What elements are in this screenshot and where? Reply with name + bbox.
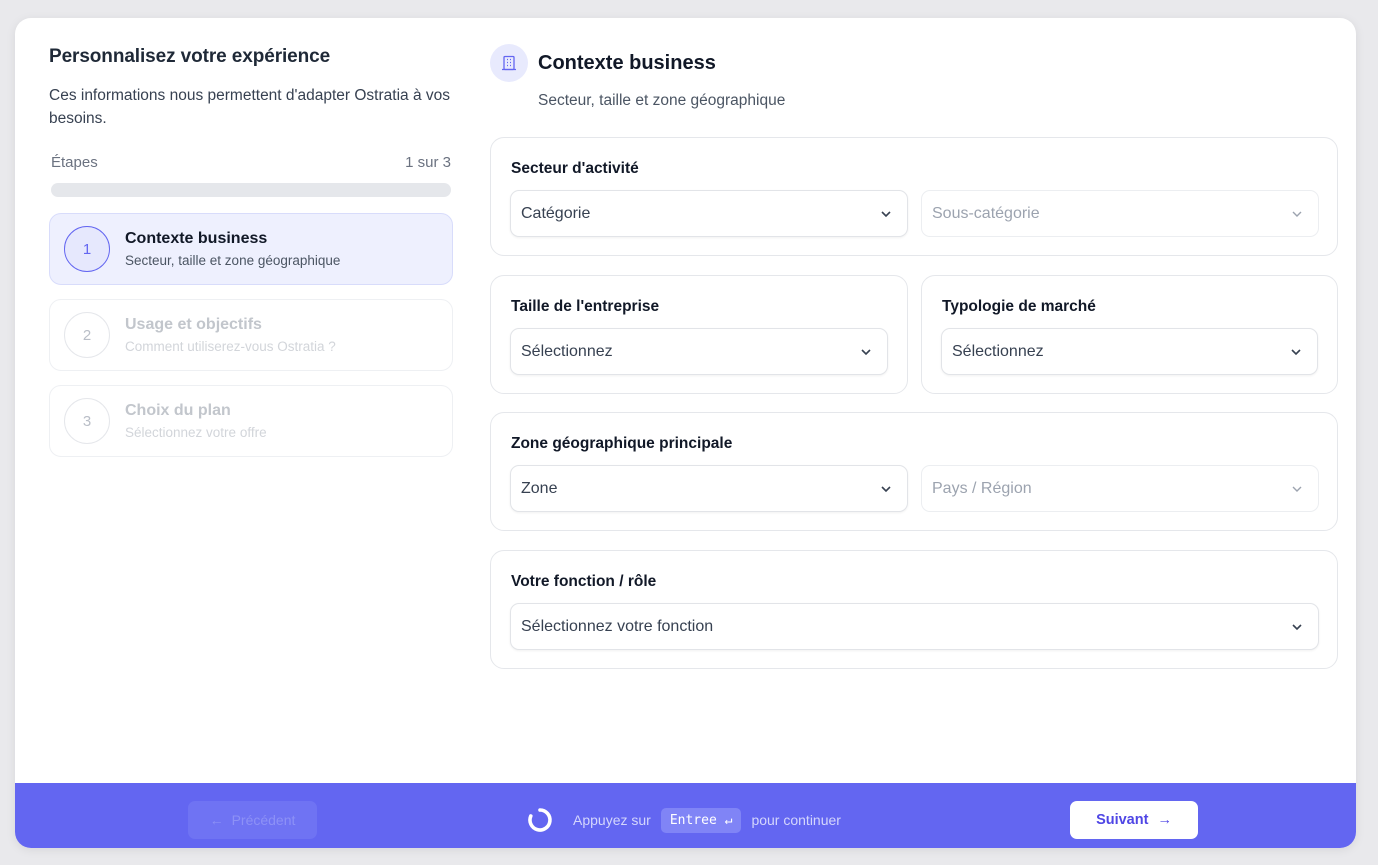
hint-text-after: pour continuer xyxy=(751,812,841,828)
sector-card: Secteur d'activité Catégorie Sous-catégo… xyxy=(490,137,1338,256)
chevron-down-icon xyxy=(1292,623,1302,630)
steps-progress-bar xyxy=(51,183,451,197)
company-size-select[interactable]: Sélectionnez xyxy=(510,328,888,375)
step-subtitle: Secteur, taille et zone géographique xyxy=(125,253,341,268)
role-label: Votre fonction / rôle xyxy=(511,573,657,590)
arrow-right-icon: → xyxy=(1157,812,1172,828)
company-size-label: Taille de l'entreprise xyxy=(511,298,660,315)
step-number: 1 xyxy=(64,226,110,272)
chevron-down-icon xyxy=(861,348,871,355)
step-title: Usage et objectifs xyxy=(125,316,262,333)
category-select-value: Catégorie xyxy=(521,204,591,222)
arrow-left-icon: ← xyxy=(209,812,224,828)
next-button-label: Suivant xyxy=(1096,812,1149,828)
zone-card: Zone géographique principale Zone Pays /… xyxy=(490,412,1338,531)
country-select-value: Pays / Région xyxy=(932,479,1032,497)
section-header: Contexte business xyxy=(490,44,1338,82)
step-subtitle: Comment utiliserez-vous Ostratia ? xyxy=(125,339,336,354)
previous-button[interactable]: ← Précédent xyxy=(188,801,317,839)
market-type-label: Typologie de marché xyxy=(942,298,1096,315)
step-number: 2 xyxy=(64,312,110,358)
company-size-select-value: Sélectionnez xyxy=(521,342,613,360)
subcategory-select-value: Sous-catégorie xyxy=(932,204,1040,222)
role-select[interactable]: Sélectionnez votre fonction xyxy=(510,603,1319,650)
company-size-card: Taille de l'entreprise Sélectionnez xyxy=(490,275,908,394)
category-select[interactable]: Catégorie xyxy=(510,190,908,237)
chevron-down-icon xyxy=(1292,211,1302,217)
chevron-down-icon xyxy=(881,210,891,217)
onboarding-sidebar: Personnalisez votre expérience Ces infor… xyxy=(49,46,453,457)
role-select-value: Sélectionnez votre fonction xyxy=(521,617,714,635)
steps-label: Étapes xyxy=(51,154,98,171)
section-title: Contexte business xyxy=(538,51,716,74)
steps-count: 1 sur 3 xyxy=(405,154,451,171)
sidebar-description: Ces informations nous permettent d'adapt… xyxy=(49,87,450,127)
step-item-2[interactable]: 2 Usage et objectifs Comment utiliserez-… xyxy=(49,299,453,371)
country-select[interactable]: Pays / Région xyxy=(921,465,1319,512)
step-title: Contexte business xyxy=(125,230,268,247)
previous-button-label: Précédent xyxy=(231,812,296,828)
step-item-1[interactable]: 1 Contexte business Secteur, taille et z… xyxy=(49,213,453,285)
chevron-down-icon xyxy=(1292,486,1302,492)
zone-select-value: Zone xyxy=(521,479,558,497)
onboarding-window: Personnalisez votre expérience Ces infor… xyxy=(15,18,1356,848)
next-button[interactable]: Suivant → xyxy=(1070,801,1198,839)
step-title: Choix du plan xyxy=(125,402,231,419)
section-subtitle: Secteur, taille et zone géographique xyxy=(538,92,786,109)
zone-label: Zone géographique principale xyxy=(511,435,733,452)
chevron-down-icon xyxy=(881,485,891,492)
loading-spinner-icon xyxy=(528,808,552,832)
step-item-3[interactable]: 3 Choix du plan Sélectionnez votre offre xyxy=(49,385,453,457)
zone-select[interactable]: Zone xyxy=(510,465,908,512)
enter-key-badge: Entree ↵ xyxy=(660,807,742,833)
sidebar-title: Personnalisez votre expérience xyxy=(49,46,331,67)
steps-header: Étapes 1 sur 3 xyxy=(49,154,453,171)
keyboard-hint: Appuyez sur Entree ↵ pour continuer xyxy=(525,801,841,839)
market-type-card: Typologie de marché Sélectionnez xyxy=(921,275,1338,394)
subcategory-select[interactable]: Sous-catégorie xyxy=(921,190,1319,237)
step-number: 3 xyxy=(64,398,110,444)
form-area: Contexte business Secteur, taille et zon… xyxy=(490,44,1338,110)
market-type-select[interactable]: Sélectionnez xyxy=(941,328,1318,375)
role-card: Votre fonction / rôle Sélectionnez votre… xyxy=(490,550,1338,669)
hint-text-before: Appuyez sur xyxy=(573,812,651,828)
step-subtitle: Sélectionnez votre offre xyxy=(125,425,267,440)
sector-label: Secteur d'activité xyxy=(511,160,639,177)
footer-bar: ← Précédent Appuyez sur Entree ↵ pour co… xyxy=(15,783,1356,848)
market-type-select-value: Sélectionnez xyxy=(952,342,1044,360)
chevron-down-icon xyxy=(1291,348,1301,355)
building-icon xyxy=(490,44,528,82)
